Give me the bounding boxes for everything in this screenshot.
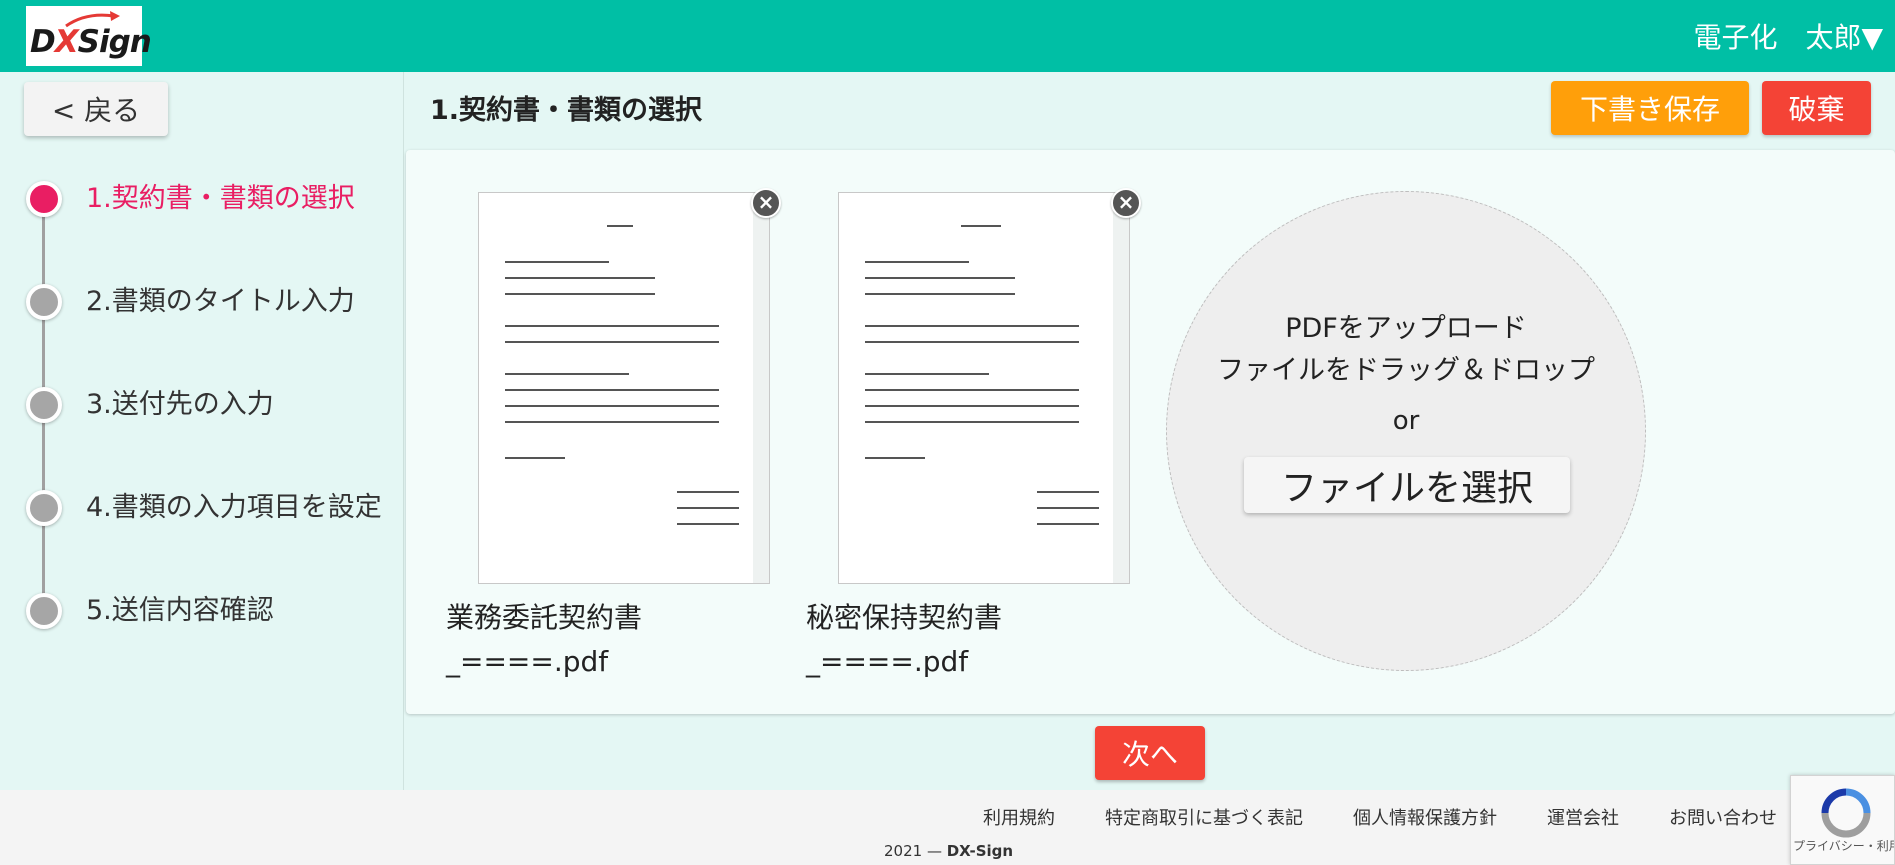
recaptcha-links[interactable]: プライバシー・利用規約 bbox=[1793, 840, 1894, 852]
step-label: 2.書類のタイトル入力 bbox=[86, 286, 355, 317]
document-filename: 業務委託契約書 _====.pdf bbox=[446, 601, 643, 678]
footer-link-contact[interactable]: お問い合わせ bbox=[1669, 804, 1777, 830]
step-label: 5.送信内容確認 bbox=[86, 595, 274, 626]
document-thumbnail[interactable] bbox=[838, 192, 1130, 584]
footer-links: 利用規約 特定商取引に基づく表記 個人情報保護方針 運営会社 お問い合わせ bbox=[983, 804, 1777, 830]
step-dot bbox=[26, 284, 62, 320]
page-title: 1.契約書・書類の選択 bbox=[430, 95, 703, 126]
discard-button[interactable]: 破棄 bbox=[1762, 81, 1871, 135]
sidebar: < 戻る 1.契約書・書類の選択 2.書類のタイトル入力 3.送付先の入力 4.… bbox=[0, 72, 404, 790]
upload-instruction: PDFをアップロード bbox=[1285, 313, 1527, 344]
upload-dropzone[interactable]: PDFをアップロード ファイルをドラッグ＆ドロップ or ファイルを選択 bbox=[1166, 191, 1646, 671]
choose-file-button[interactable]: ファイルを選択 bbox=[1244, 457, 1570, 513]
footer-link-terms[interactable]: 利用規約 bbox=[983, 804, 1055, 830]
document-card[interactable]: × 業務委託契約書 _====.pdf bbox=[446, 150, 806, 678]
footer-link-commerce[interactable]: 特定商取引に基づく表記 bbox=[1105, 804, 1303, 830]
footer-link-company[interactable]: 運営会社 bbox=[1547, 804, 1619, 830]
user-menu[interactable]: 電子化 太郎▼ bbox=[1693, 16, 1883, 56]
step-label: 1.契約書・書類の選択 bbox=[86, 183, 355, 214]
document-panel: × 業務委託契約書 _====.pdf × 秘密保持契約書 _====.pdf … bbox=[406, 150, 1895, 714]
upload-drag-text: ファイルをドラッグ＆ドロップ bbox=[1217, 355, 1595, 386]
document-thumbnail[interactable] bbox=[478, 192, 770, 584]
upload-or-text: or bbox=[1392, 406, 1420, 436]
footer-link-privacy[interactable]: 個人情報保護方針 bbox=[1353, 804, 1497, 830]
recaptcha-badge[interactable]: プライバシー・利用規約 bbox=[1790, 775, 1895, 865]
remove-document-icon[interactable]: × bbox=[751, 188, 781, 218]
document-card[interactable]: × 秘密保持契約書 _====.pdf bbox=[806, 150, 1166, 678]
back-button[interactable]: < 戻る bbox=[24, 82, 168, 136]
step-dot bbox=[26, 387, 62, 423]
logo-text: DXSign bbox=[30, 24, 152, 60]
recaptcha-icon bbox=[1821, 788, 1871, 838]
next-button[interactable]: 次へ bbox=[1095, 726, 1205, 780]
step-label: 4.書類の入力項目を設定 bbox=[86, 492, 382, 523]
step-dot bbox=[26, 490, 62, 526]
step-dot bbox=[26, 593, 62, 629]
footer: 利用規約 特定商取引に基づく表記 個人情報保護方針 運営会社 お問い合わせ 20… bbox=[0, 790, 1895, 865]
step-dot-active bbox=[26, 181, 62, 217]
remove-document-icon[interactable]: × bbox=[1111, 188, 1141, 218]
step-label: 3.送付先の入力 bbox=[86, 389, 274, 420]
document-filename: 秘密保持契約書 _====.pdf bbox=[806, 601, 1003, 678]
save-draft-button[interactable]: 下書き保存 bbox=[1551, 81, 1749, 135]
app-header: DXSign 電子化 太郎▼ bbox=[0, 0, 1895, 72]
copyright: 2021 — DX-Sign bbox=[884, 842, 1014, 860]
dxsign-logo[interactable]: DXSign bbox=[26, 6, 152, 66]
